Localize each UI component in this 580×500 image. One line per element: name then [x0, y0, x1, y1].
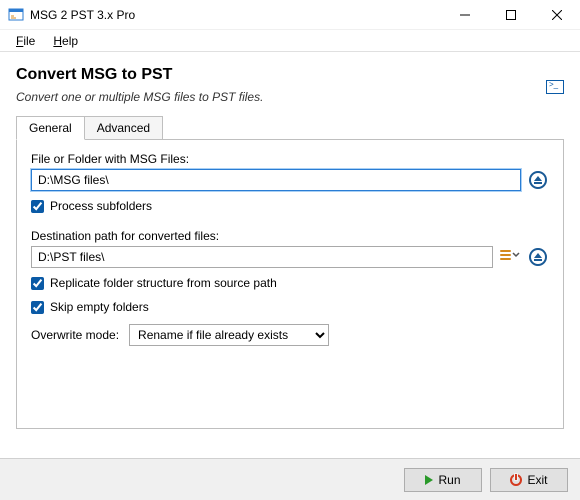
- overwrite-select[interactable]: Rename if file already exists: [129, 324, 329, 346]
- run-button[interactable]: Run: [404, 468, 482, 492]
- skip-empty-label: Skip empty folders: [50, 300, 149, 314]
- menu-file[interactable]: File: [8, 32, 43, 50]
- process-subfolders-checkbox[interactable]: [31, 200, 44, 213]
- run-button-label: Run: [438, 473, 460, 487]
- content-area: Convert MSG to PST Convert one or multip…: [0, 52, 580, 439]
- browse-dest-button[interactable]: [527, 246, 549, 268]
- dest-path-input[interactable]: [31, 246, 493, 268]
- process-subfolders-row[interactable]: Process subfolders: [31, 199, 549, 213]
- tab-advanced[interactable]: Advanced: [85, 116, 163, 140]
- tab-general[interactable]: General: [16, 116, 85, 140]
- overwrite-label: Overwrite mode:: [31, 328, 119, 342]
- eject-icon: [529, 171, 547, 189]
- eject-icon: [529, 248, 547, 266]
- menu-help[interactable]: Help: [45, 32, 86, 50]
- titlebar: MSG 2 PST 3.x Pro: [0, 0, 580, 30]
- power-icon: [510, 474, 522, 486]
- exit-button-label: Exit: [527, 473, 547, 487]
- source-label: File or Folder with MSG Files:: [31, 152, 549, 166]
- page-title: Convert MSG to PST: [16, 66, 546, 84]
- dest-options-button[interactable]: [499, 246, 521, 268]
- skip-empty-checkbox[interactable]: [31, 301, 44, 314]
- replicate-structure-row[interactable]: Replicate folder structure from source p…: [31, 276, 549, 290]
- exit-button[interactable]: Exit: [490, 468, 568, 492]
- replicate-structure-checkbox[interactable]: [31, 277, 44, 290]
- menubar: File Help: [0, 30, 580, 52]
- skip-empty-row[interactable]: Skip empty folders: [31, 300, 549, 314]
- tab-panel-general: File or Folder with MSG Files: Process s…: [16, 139, 564, 429]
- source-path-input[interactable]: [31, 169, 521, 191]
- window-title: MSG 2 PST 3.x Pro: [30, 8, 442, 22]
- console-icon[interactable]: [546, 80, 564, 94]
- page-subtitle: Convert one or multiple MSG files to PST…: [16, 90, 546, 104]
- play-icon: [425, 475, 433, 485]
- tabs: General Advanced: [16, 116, 564, 140]
- footer: Run Exit: [0, 458, 580, 500]
- close-button[interactable]: [534, 0, 580, 30]
- window-controls: [442, 0, 580, 30]
- minimize-button[interactable]: [442, 0, 488, 30]
- replicate-structure-label: Replicate folder structure from source p…: [50, 276, 277, 290]
- process-subfolders-label: Process subfolders: [50, 199, 152, 213]
- app-icon: [8, 7, 24, 23]
- browse-source-button[interactable]: [527, 169, 549, 191]
- overwrite-row: Overwrite mode: Rename if file already e…: [31, 324, 549, 346]
- dest-label: Destination path for converted files:: [31, 229, 549, 243]
- maximize-button[interactable]: [488, 0, 534, 30]
